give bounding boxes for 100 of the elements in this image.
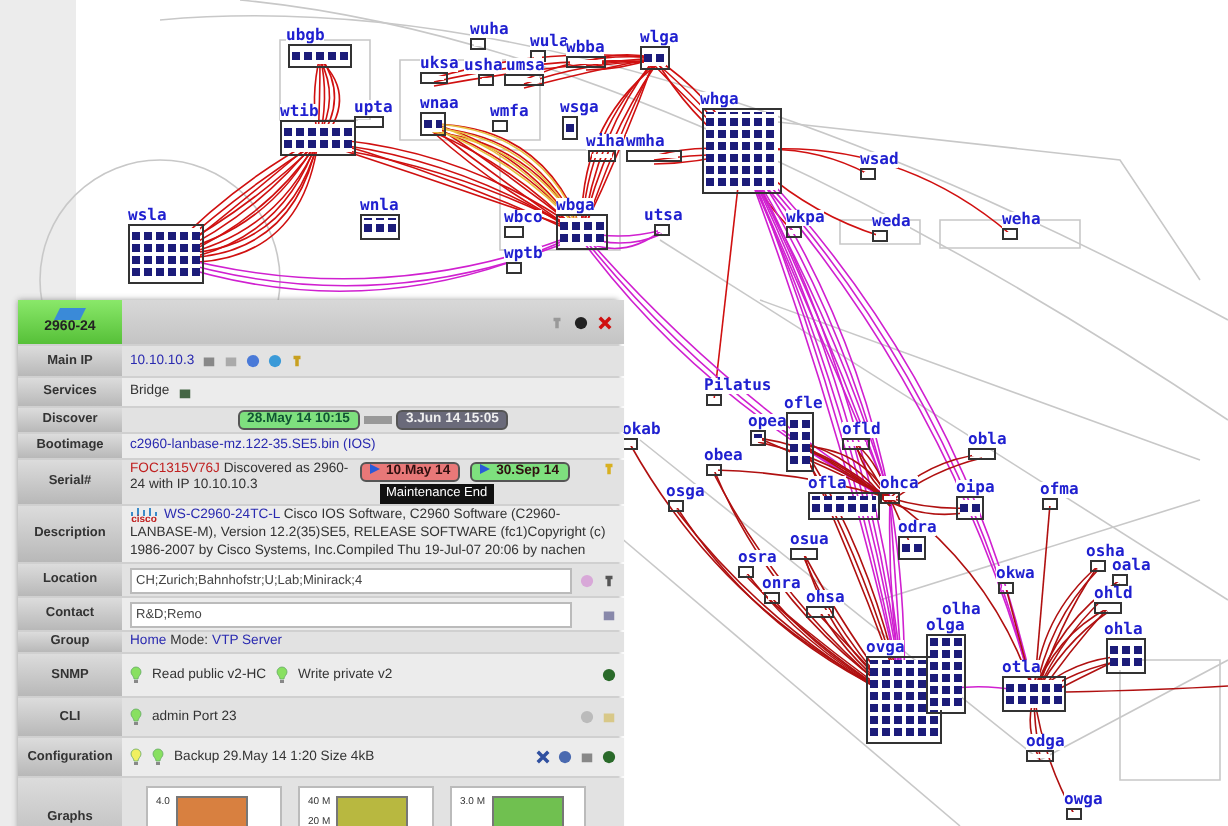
switch-node[interactable] xyxy=(764,592,780,604)
node-label[interactable]: osra xyxy=(738,550,777,566)
switch-node[interactable] xyxy=(504,226,524,238)
switch-node[interactable] xyxy=(492,120,508,132)
switch-node[interactable] xyxy=(968,448,996,460)
node-label[interactable]: wmha xyxy=(626,134,665,150)
node-label[interactable]: ohla xyxy=(1104,622,1143,638)
close-icon[interactable] xyxy=(598,315,612,329)
switch-node[interactable] xyxy=(738,566,754,578)
node-label[interactable]: obea xyxy=(704,448,743,464)
node-label[interactable]: obla xyxy=(968,432,1007,448)
node-label[interactable]: okab xyxy=(622,422,661,438)
node-label[interactable]: wnla xyxy=(360,198,399,214)
switch-node[interactable] xyxy=(1066,808,1082,820)
switch-node[interactable] xyxy=(1042,498,1058,510)
switch-node[interactable] xyxy=(280,120,356,156)
switch-node[interactable] xyxy=(556,214,608,250)
node-label[interactable]: utsa xyxy=(644,208,683,224)
node-label[interactable]: wsad xyxy=(860,152,899,168)
node-label[interactable]: osua xyxy=(790,532,829,548)
switch-node[interactable] xyxy=(354,116,384,128)
node-label[interactable]: whga xyxy=(700,92,739,108)
node-label[interactable]: wtib xyxy=(280,104,319,120)
switch-node[interactable] xyxy=(706,394,722,406)
switch-node[interactable] xyxy=(1026,750,1054,762)
switch-node[interactable] xyxy=(288,44,352,68)
switch-node[interactable] xyxy=(956,496,984,520)
node-label[interactable]: onra xyxy=(762,576,801,592)
switch-node[interactable] xyxy=(1106,638,1146,674)
node-label[interactable]: wuha xyxy=(470,22,509,38)
switch-node[interactable] xyxy=(926,634,966,714)
switch-node[interactable] xyxy=(872,230,888,242)
switch-node[interactable] xyxy=(1002,676,1066,712)
node-label[interactable]: wbco xyxy=(504,210,543,226)
switch-node[interactable] xyxy=(1002,228,1018,240)
node-label[interactable]: umsa xyxy=(506,58,545,74)
node-label[interactable]: ohld xyxy=(1094,586,1133,602)
node-label[interactable]: weha xyxy=(1002,212,1041,228)
node-label[interactable]: uksa xyxy=(420,56,459,72)
switch-node[interactable] xyxy=(898,536,926,560)
node-label[interactable]: usha xyxy=(464,58,503,74)
switch-node[interactable] xyxy=(640,46,670,70)
node-label[interactable]: otla xyxy=(1002,660,1041,676)
node-label[interactable]: wbga xyxy=(556,198,595,214)
switch-node[interactable] xyxy=(506,262,522,274)
node-label[interactable]: olga xyxy=(926,618,965,634)
node-label[interactable]: wkpa xyxy=(786,210,825,226)
switch-node[interactable] xyxy=(750,430,766,446)
switch-node[interactable] xyxy=(1094,602,1122,614)
switch-node[interactable] xyxy=(706,464,722,476)
switch-node[interactable] xyxy=(790,548,818,560)
switch-node[interactable] xyxy=(654,224,670,236)
node-label[interactable]: ubgb xyxy=(286,28,325,44)
switch-node[interactable] xyxy=(860,168,876,180)
switch-node[interactable] xyxy=(420,72,448,84)
switch-node[interactable] xyxy=(470,38,486,50)
node-label[interactable]: Pilatus xyxy=(704,378,772,394)
node-label[interactable]: wiha xyxy=(586,134,625,150)
switch-node[interactable] xyxy=(562,116,578,140)
node-label[interactable]: ofle xyxy=(784,396,823,412)
node-label[interactable]: wnaa xyxy=(420,96,459,112)
node-label[interactable]: osga xyxy=(666,484,705,500)
node-label[interactable]: olha xyxy=(942,602,981,618)
switch-node[interactable] xyxy=(504,74,544,86)
switch-node[interactable] xyxy=(420,112,446,136)
node-label[interactable]: ohsa xyxy=(806,590,845,606)
tools-icon[interactable] xyxy=(536,750,550,764)
node-label[interactable]: wsga xyxy=(560,100,599,116)
switch-node[interactable] xyxy=(478,74,494,86)
node-label[interactable]: wlga xyxy=(640,30,679,46)
switch-node[interactable] xyxy=(702,108,782,194)
node-label[interactable]: okwa xyxy=(996,566,1035,582)
node-label[interactable]: odga xyxy=(1026,734,1065,750)
node-label[interactable]: ovga xyxy=(866,640,905,656)
node-label[interactable]: wsla xyxy=(128,208,167,224)
switch-node[interactable] xyxy=(808,492,880,520)
node-label[interactable]: wmfa xyxy=(490,104,529,120)
node-label[interactable]: wbba xyxy=(566,40,605,56)
node-label[interactable]: ofma xyxy=(1040,482,1079,498)
switch-node[interactable] xyxy=(1112,574,1128,586)
node-label[interactable]: ofla xyxy=(808,476,847,492)
node-label[interactable]: ofld xyxy=(842,422,881,438)
node-label[interactable]: upta xyxy=(354,100,393,116)
node-label[interactable]: odra xyxy=(898,520,937,536)
node-label[interactable]: oala xyxy=(1112,558,1151,574)
switch-node[interactable] xyxy=(1090,560,1106,572)
node-label[interactable]: wptb xyxy=(504,246,543,262)
switch-node[interactable] xyxy=(786,412,814,472)
switch-node[interactable] xyxy=(806,606,834,618)
node-label[interactable]: oipa xyxy=(956,480,995,496)
node-label[interactable]: owga xyxy=(1064,792,1103,808)
node-label[interactable]: opea xyxy=(748,414,787,430)
node-label[interactable]: ohca xyxy=(880,476,919,492)
switch-node[interactable] xyxy=(786,226,802,238)
node-label[interactable]: osha xyxy=(1086,544,1125,560)
switch-node[interactable] xyxy=(668,500,684,512)
switch-node[interactable] xyxy=(626,150,682,162)
switch-node[interactable] xyxy=(360,214,400,240)
switch-node[interactable] xyxy=(128,224,204,284)
node-label[interactable]: weda xyxy=(872,214,911,230)
